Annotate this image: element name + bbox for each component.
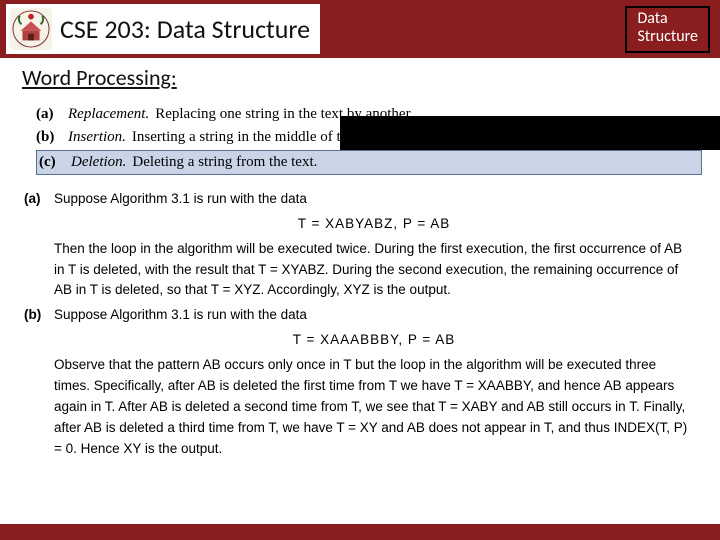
list-item-highlighted: (c) Deletion. Deleting a string from the … xyxy=(36,150,702,175)
course-title: CSE 203: Data Structure xyxy=(60,13,310,45)
badge-line2: Structure xyxy=(637,28,698,46)
example-equation: T = XABYABZ, P = AB xyxy=(54,214,694,235)
title-box: CSE 203: Data Structure xyxy=(6,4,320,54)
footer-bar xyxy=(0,524,720,540)
example-paragraph: Observe that the pattern AB occurs only … xyxy=(54,355,694,460)
item-label: (c) xyxy=(39,151,71,174)
example-marker: (a) xyxy=(24,189,54,304)
course-badge: Data Structure xyxy=(625,6,710,53)
item-label: (b) xyxy=(36,126,68,149)
example-b: (b) Suppose Algorithm 3.1 is run with th… xyxy=(24,305,694,461)
subheader-wrap: Word Processing: xyxy=(0,58,340,97)
item-label: (a) xyxy=(36,103,68,126)
item-desc: Deleting a string from the text. xyxy=(132,154,317,170)
example-intro: Suppose Algorithm 3.1 is run with the da… xyxy=(54,189,694,210)
header-bar: CSE 203: Data Structure Data Structure xyxy=(0,0,720,58)
examples-block: (a) Suppose Algorithm 3.1 is run with th… xyxy=(24,189,702,462)
item-term: Replacement. xyxy=(68,106,149,122)
example-intro: Suppose Algorithm 3.1 is run with the da… xyxy=(54,305,694,326)
item-term: Insertion. xyxy=(68,129,126,145)
content-area: (a) Replacement.Replacing one string in … xyxy=(0,97,720,462)
example-marker: (b) xyxy=(24,305,54,461)
example-paragraph: Then the loop in the algorithm will be e… xyxy=(54,239,694,302)
example-equation: T = XAAABBBY, P = AB xyxy=(54,330,694,351)
university-logo xyxy=(10,8,52,50)
section-title: Word Processing: xyxy=(0,60,177,95)
decorative-strip xyxy=(340,116,720,150)
item-term: Deletion. xyxy=(71,154,126,170)
example-a: (a) Suppose Algorithm 3.1 is run with th… xyxy=(24,189,694,304)
badge-line1: Data xyxy=(637,10,698,28)
